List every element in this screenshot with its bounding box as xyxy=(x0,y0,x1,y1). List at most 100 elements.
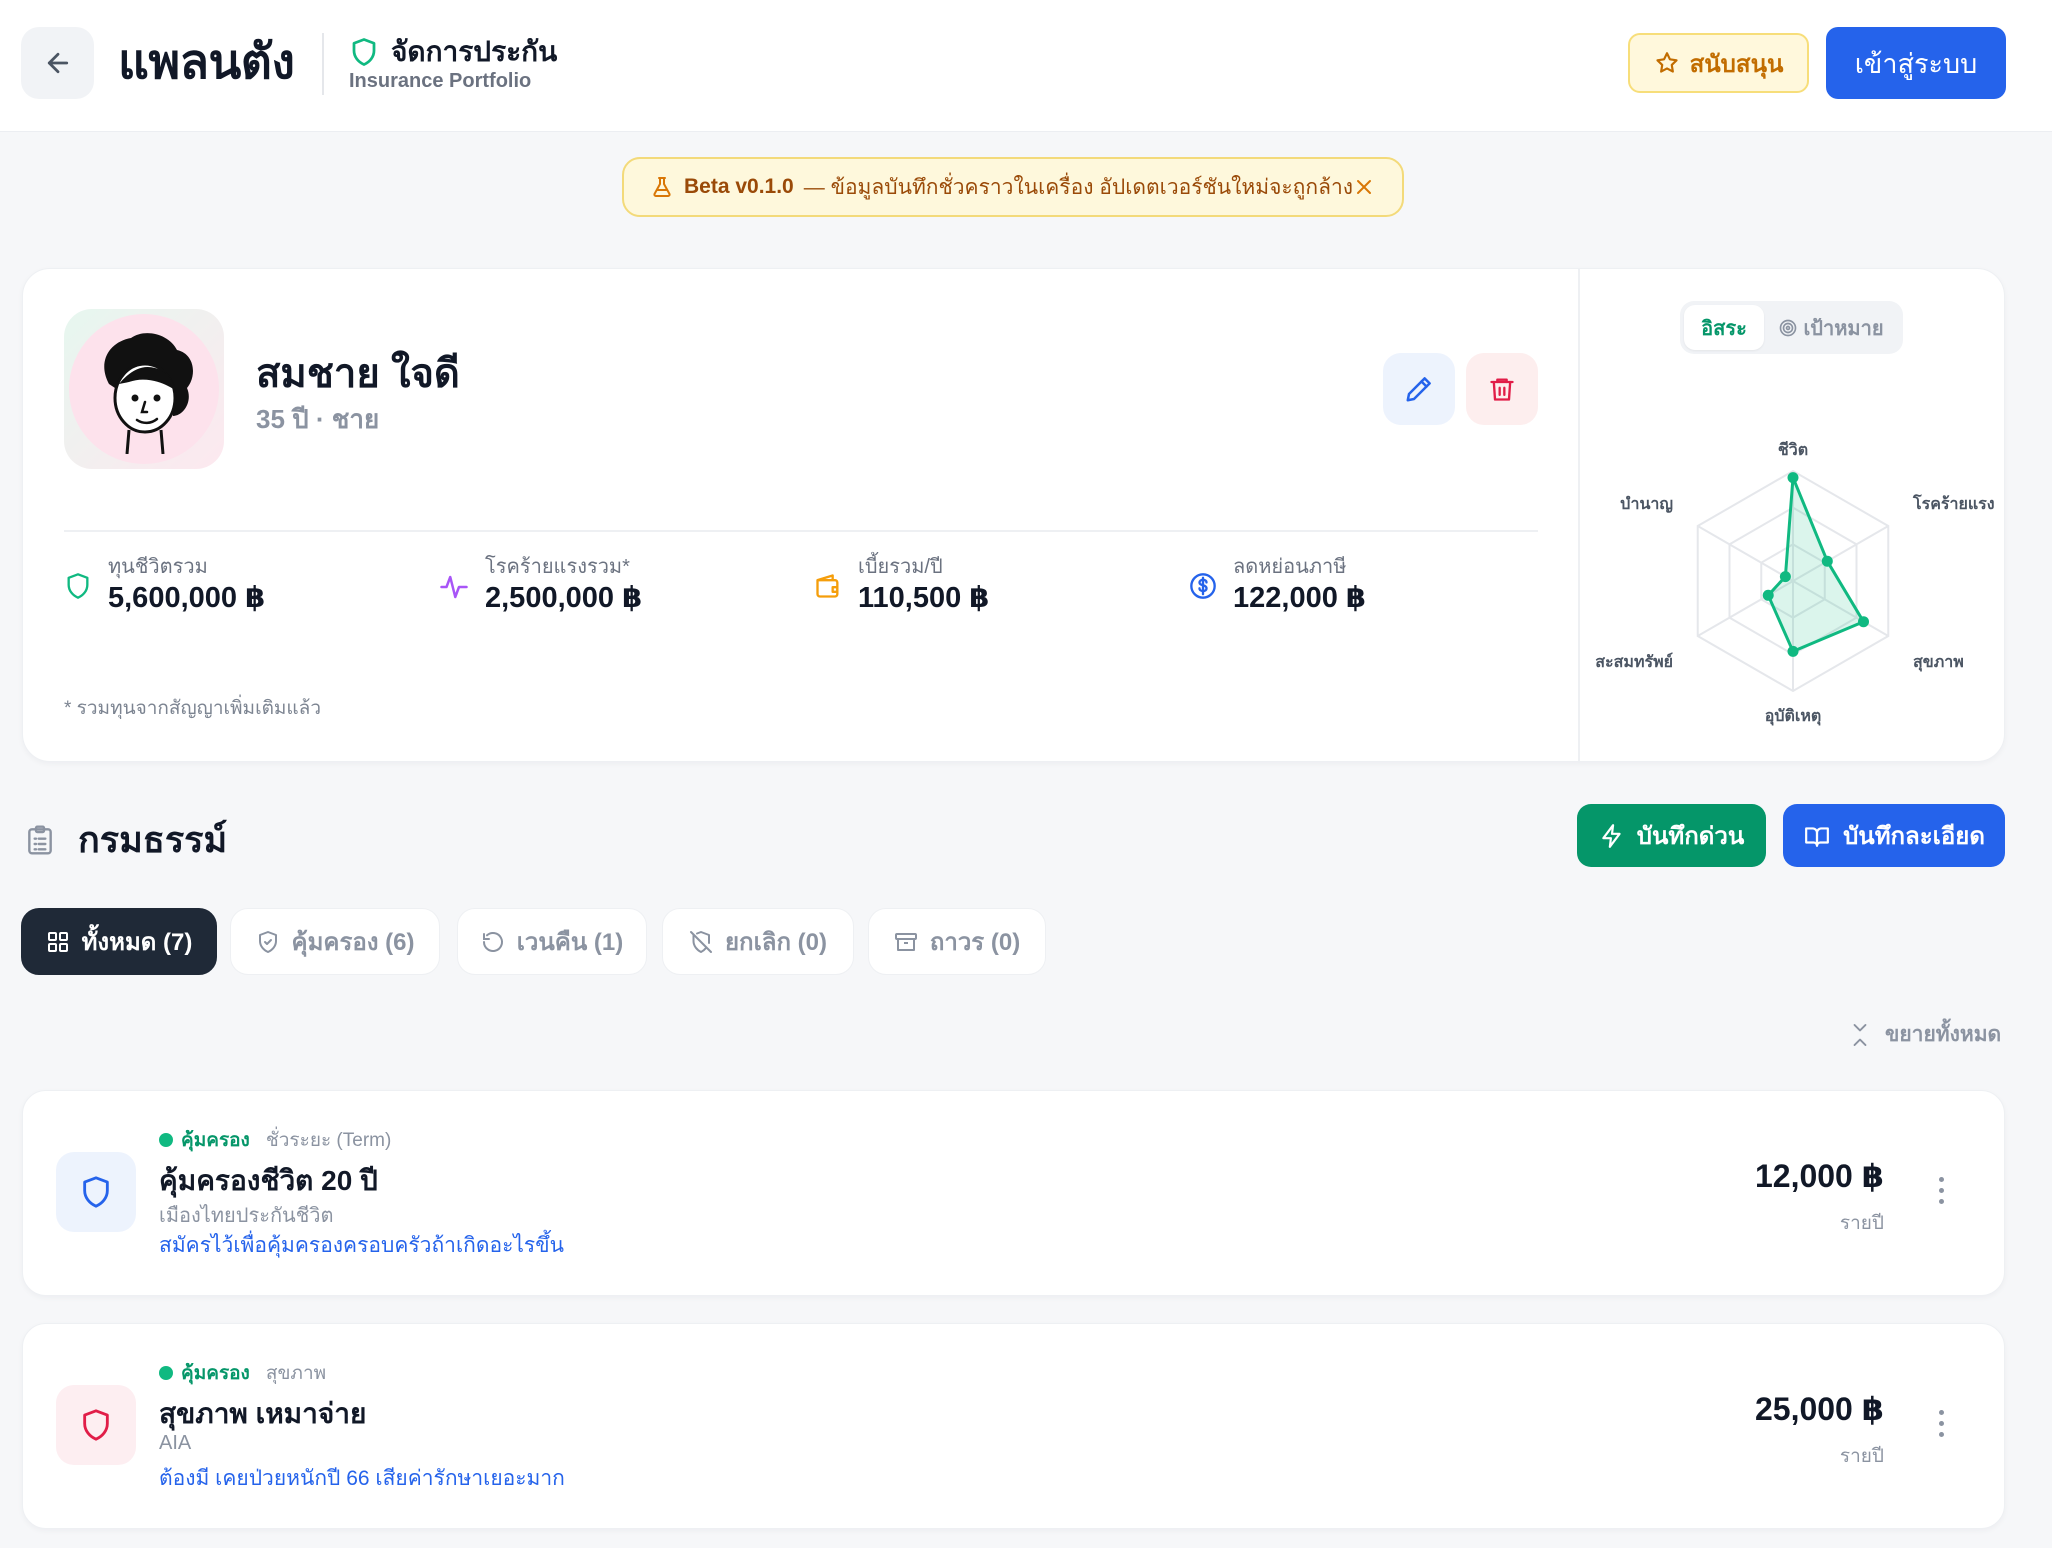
tab-label: ถาวร (0) xyxy=(929,929,1021,956)
expand-all-label: ขยายทั้งหมด xyxy=(1885,1023,2002,1046)
stat-label: ลดหย่อนภาษี xyxy=(1233,556,1347,578)
stat-tax-deduction: ลดหย่อนภาษี 122,000 ฿ xyxy=(1189,554,1366,616)
book-open-icon xyxy=(1805,826,1829,847)
more-options-icon[interactable] xyxy=(1939,1410,1944,1437)
radar-axis-label: บำนาญ xyxy=(1620,495,1673,514)
radar-axis-label: สะสมทรัพย์ xyxy=(1595,652,1673,671)
policy-company: เมืองไทยประกันชีวิต xyxy=(159,1205,334,1227)
status-dot xyxy=(159,1133,173,1147)
stat-value: 122,000 ฿ xyxy=(1233,582,1367,614)
radar-point xyxy=(1787,645,1799,657)
app-header: แพลนตัง จัดการประกัน Insurance Portfolio… xyxy=(0,0,2052,132)
policy-card[interactable]: คุ้มครอง สุขภาพ สุขภาพ เหมาจ่าย AIA ต้อง… xyxy=(22,1323,2005,1529)
login-button[interactable]: เข้าสู่ระบบ xyxy=(1826,27,2006,99)
stat-label: โรคร้ายแรงรวม* xyxy=(485,556,630,578)
portfolio-title: จัดการประกัน xyxy=(349,30,557,74)
policy-premium-unit: รายปี xyxy=(1839,1446,1884,1467)
tab-all[interactable]: ทั้งหมด (7) xyxy=(21,908,217,975)
stat-value: 2,500,000 ฿ xyxy=(485,582,643,614)
beta-version: Beta v0.1.0 xyxy=(684,175,794,198)
policy-card[interactable]: คุ้มครอง ชั่วระยะ (Term) คุ้มครองชีวิต 2… xyxy=(22,1090,2005,1296)
target-icon xyxy=(1780,319,1797,336)
lightning-icon xyxy=(1602,823,1621,848)
stats-divider xyxy=(64,530,1538,532)
quick-add-label: บันทึกด่วน xyxy=(1636,823,1745,850)
policy-tags: คุ้มครอง สุขภาพ xyxy=(159,1358,326,1388)
policy-name: คุ้มครองชีวิต 20 ปี xyxy=(159,1165,378,1196)
person-face-icon xyxy=(104,333,193,454)
clipboard-list-icon xyxy=(28,824,52,855)
brand-title: แพลนตัง xyxy=(118,36,295,89)
mode-goal-button[interactable]: เป้าหมาย xyxy=(1764,312,1899,344)
radar-axis-label: โรคร้ายแรง xyxy=(1912,493,1995,513)
status-text: คุ้มครอง xyxy=(181,1363,250,1384)
close-icon[interactable] xyxy=(1352,175,1376,199)
status-badge: คุ้มครอง xyxy=(159,1125,250,1155)
more-options-icon[interactable] xyxy=(1939,1177,1944,1204)
wallet-icon xyxy=(816,574,839,598)
policy-tags: คุ้มครอง ชั่วระยะ (Term) xyxy=(159,1125,391,1155)
radar-point xyxy=(1787,472,1799,484)
policy-note: สมัครไว้เพื่อคุ้มครองครอบครัวถ้าเกิดอะไร… xyxy=(159,1234,564,1257)
stat-value: 110,500 ฿ xyxy=(858,582,990,614)
star-icon xyxy=(1656,52,1678,73)
stat-label: เบี้ยรวม/ปี xyxy=(858,556,943,578)
policy-type-tag: สุขภาพ xyxy=(265,1363,327,1384)
avatar xyxy=(64,309,224,469)
avatar-illustration xyxy=(69,314,219,464)
trash-icon xyxy=(1490,378,1514,401)
support-button[interactable]: สนับสนุน xyxy=(1628,33,1809,93)
tab-label: คุ้มครอง (6) xyxy=(291,929,415,956)
tab-label: ยกเลิก (0) xyxy=(724,929,828,956)
archive-icon xyxy=(894,932,917,951)
coverage-radar-chart: ชีวิตโรคร้ายแรงสุขภาพอุบัติเหตุ สะสมทรัพย… xyxy=(1595,440,1995,726)
policy-premium: 25,000 ฿ xyxy=(1754,1391,1884,1427)
shield-icon xyxy=(67,573,89,599)
quick-add-button[interactable]: บันทึกด่วน xyxy=(1577,804,1766,867)
shield-icon xyxy=(83,1409,109,1441)
pencil-icon xyxy=(1406,377,1431,402)
delete-profile-button[interactable] xyxy=(1466,353,1538,425)
tab-label: เวนคืน (1) xyxy=(516,929,624,956)
policies-title-text: กรมธรรม์ xyxy=(78,819,228,860)
edit-profile-button[interactable] xyxy=(1383,353,1455,425)
shield-off-icon xyxy=(689,930,712,953)
expand-all-button[interactable]: ขยายทั้งหมด xyxy=(1849,1018,2001,1051)
radar-point xyxy=(1779,571,1791,583)
grid-icon xyxy=(47,931,68,952)
flask-icon xyxy=(653,177,671,197)
tab-cancelled[interactable]: ยกเลิก (0) xyxy=(662,908,854,975)
status-badge: คุ้มครอง xyxy=(159,1358,250,1388)
portfolio-title-text: จัดการประกัน xyxy=(391,36,558,67)
mode-free-button[interactable]: อิสระ xyxy=(1684,305,1764,350)
profile-card: สมชาย ใจดี 35 ปี · ชาย ทุนชีวิตรวม 5,600… xyxy=(22,268,2005,763)
rotate-icon xyxy=(482,931,503,952)
portfolio-subtitle: Insurance Portfolio xyxy=(349,70,532,92)
shield-icon xyxy=(83,1176,109,1208)
stat-critical-illness: โรคร้ายแรงรวม* 2,500,000 ฿ xyxy=(439,554,642,616)
tab-surrendered[interactable]: เวนคืน (1) xyxy=(457,908,647,975)
beta-message: — ข้อมูลบันทึกชั่วคราวในเครื่อง อัปเดตเว… xyxy=(803,175,1354,199)
mode-goal-label: เป้าหมาย xyxy=(1803,317,1884,340)
tab-active-coverage[interactable]: คุ้มครอง (6) xyxy=(230,908,440,975)
radar-axis-label: ชีวิต xyxy=(1778,440,1808,459)
policy-type-icon-box xyxy=(56,1385,136,1465)
arrow-left-icon xyxy=(47,52,68,74)
status-dot xyxy=(159,1366,173,1380)
back-button[interactable] xyxy=(21,27,94,99)
radar-axis-label: สุขภาพ xyxy=(1913,654,1964,672)
header-divider xyxy=(322,33,324,95)
policy-premium-unit: รายปี xyxy=(1839,1213,1884,1234)
radar-axis-label: อุบัติเหตุ xyxy=(1765,707,1822,726)
detailed-add-button[interactable]: บันทึกละเอียด xyxy=(1783,804,2005,867)
policy-note: ต้องมี เคยป่วยหนักปี 66 เสียค่ารักษาเยอะ… xyxy=(159,1467,565,1490)
radar-mode-toggle: อิสระ เป้าหมาย xyxy=(1680,301,1903,354)
pulse-icon xyxy=(440,575,468,599)
stat-life-coverage: ทุนชีวิตรวม 5,600,000 ฿ xyxy=(64,554,265,616)
radar-point xyxy=(1821,555,1833,567)
tab-permanent[interactable]: ถาวร (0) xyxy=(868,908,1046,975)
policy-type-icon-box xyxy=(56,1152,136,1232)
policy-company: AIA xyxy=(159,1432,192,1454)
stat-annual-premium: เบี้ยรวม/ปี 110,500 ฿ xyxy=(814,554,989,616)
person-meta: 35 ปี · ชาย xyxy=(256,404,380,434)
